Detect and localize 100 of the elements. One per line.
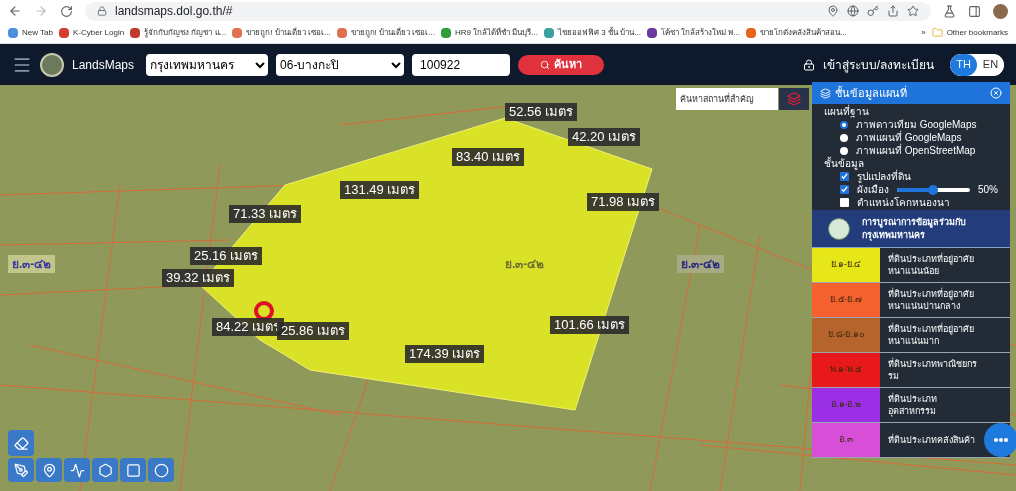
- bookmark-item[interactable]: New Tab: [8, 26, 53, 39]
- layers-icon: [787, 92, 801, 106]
- checkbox-label: รูปแปลงที่ดิน: [857, 170, 911, 183]
- site-icon: [59, 27, 69, 38]
- checkbox[interactable]: [840, 172, 849, 181]
- eraser-button[interactable]: [8, 430, 34, 456]
- bookmark-item[interactable]: K-Cyber Login: [59, 26, 125, 39]
- radio-button[interactable]: [840, 120, 848, 129]
- bookmark-item[interactable]: รู้จักกับกัญชง กัญชา แ...: [130, 26, 227, 39]
- bookmark-star-icon[interactable]: [907, 5, 919, 17]
- radio-label: ภาพแผนที่ OpenStreetMap: [856, 144, 976, 156]
- layers-button[interactable]: [779, 88, 809, 110]
- address-bar[interactable]: landsmaps.dol.go.th/#: [85, 1, 931, 21]
- bookmark-item[interactable]: ไชยออฟฟิศ 3 ชั้น บ้าน...: [544, 26, 641, 39]
- measurement-label: 131.49 เมตร: [340, 181, 420, 199]
- legend-description: ที่ดินประเภทอุตสาหกรรม: [887, 392, 938, 419]
- measurement-label: 83.40 เมตร: [452, 148, 525, 166]
- logo-icon: [40, 52, 64, 77]
- site-icon: [440, 27, 451, 38]
- site-icon: [646, 27, 657, 38]
- pin-button[interactable]: [36, 458, 62, 482]
- site-icon: [232, 27, 243, 38]
- reload-icon[interactable]: [60, 4, 73, 18]
- checkbox[interactable]: [840, 198, 849, 207]
- landmark-search-field[interactable]: ค้นหาสถานที่สำคัญ: [676, 88, 778, 110]
- search-button[interactable]: ค้นหา: [518, 54, 605, 75]
- zone-label: ย.๓-๔๒: [505, 256, 545, 273]
- panel-title: ชั้นข้อมูลแผนที่: [835, 84, 908, 102]
- site-icon: [336, 27, 347, 38]
- zone-code: ย.๘-ย.๑๐: [828, 328, 864, 342]
- brand-name: LandsMaps: [72, 56, 135, 74]
- slider-thumb[interactable]: [928, 184, 939, 195]
- district-select[interactable]: 06-บางกะปิ: [276, 53, 405, 76]
- site-icon: [8, 27, 18, 38]
- zone-code: พ.๑-พ.๕: [829, 363, 863, 377]
- radio-label: ภาพดาวเทียม GoogleMaps: [856, 118, 977, 130]
- seal-icon: [828, 217, 850, 240]
- bookmark-item[interactable]: ขายถูก! บ้านเดี่ยว เซอเ...: [232, 26, 331, 39]
- radio-button[interactable]: [840, 146, 848, 155]
- share-icon[interactable]: [887, 5, 899, 17]
- parcel-number-field[interactable]: 100922: [412, 53, 511, 76]
- checkbox[interactable]: [840, 185, 849, 194]
- site-icon: [130, 27, 141, 38]
- section-title: แผนที่ฐาน: [824, 105, 870, 118]
- polygon-button[interactable]: [92, 458, 118, 482]
- back-icon[interactable]: [8, 4, 22, 18]
- measurement-label: 39.32 เมตร: [162, 269, 235, 287]
- measurement-label: 42.20 เมตร: [568, 128, 641, 146]
- flask-icon[interactable]: [943, 4, 956, 18]
- profile-avatar[interactable]: [993, 3, 1008, 19]
- measurement-label: 101.66 เมตร: [550, 316, 630, 334]
- layers-icon: [820, 87, 831, 99]
- measurement-label: 174.39 เมตร: [405, 345, 485, 363]
- legend-description: ที่ดินประเภทคลังสินค้า: [887, 433, 976, 447]
- banner-text: การบูรณาการข้อมูลร่วมกับ กรุงเทพมหานคร: [862, 215, 967, 242]
- polyline-icon: [69, 462, 85, 478]
- radio-button[interactable]: [840, 133, 848, 142]
- close-icon[interactable]: [990, 87, 1002, 99]
- bookmark-item[interactable]: ขายถูก! บ้านเดี่ยว เซอเ...: [336, 26, 435, 39]
- site-icon: [746, 27, 756, 38]
- more-bookmarks-button[interactable]: »: [921, 26, 926, 39]
- location-marker: [254, 301, 274, 321]
- checkbox-label: ผังเมือง: [856, 183, 889, 196]
- measurement-label: 25.16 เมตร: [190, 247, 263, 265]
- url-text: landsmaps.dol.go.th/#: [115, 3, 233, 20]
- rectangle-button[interactable]: [120, 458, 146, 482]
- more-icon: [994, 438, 1008, 442]
- measurement-label: 71.98 เมตร: [587, 193, 660, 211]
- circle-button[interactable]: [148, 458, 174, 482]
- bookmark-item[interactable]: โค้ชา ใกล้สร้างใหม่ พ...: [646, 26, 740, 39]
- draw-tools-button[interactable]: [8, 458, 34, 482]
- bookmark-item[interactable]: ขายโกดังคลังสินค้าสอน...: [746, 26, 847, 39]
- zone-code: อ.๓: [839, 433, 853, 447]
- location-icon[interactable]: [827, 5, 839, 17]
- zone-label: ย.๓-๔๒: [677, 255, 725, 273]
- checkbox-label: ตำแหน่งโคกหนองนา: [857, 196, 950, 209]
- circle-icon: [153, 462, 169, 478]
- lock-icon: [97, 6, 107, 16]
- opacity-slider[interactable]: [896, 184, 970, 195]
- line-button[interactable]: [64, 458, 90, 482]
- legend-description: ที่ดินประเภทพาณิชยกรรม: [887, 357, 978, 383]
- zone-code: ย.๑-ย.๔: [830, 258, 862, 272]
- province-select[interactable]: กรุงเทพมหานคร: [146, 53, 269, 76]
- section-title: ชั้นข้อมูล: [824, 157, 864, 170]
- folder-icon: [931, 27, 943, 38]
- other-bookmarks[interactable]: Other bookmarks: [931, 26, 1008, 39]
- rectangle-icon: [125, 462, 141, 478]
- login-link[interactable]: เข้าสู่ระบบ/ลงทะเบียน: [822, 55, 934, 74]
- pin-icon: [41, 462, 57, 478]
- measurement-label: 25.86 เมตร: [277, 322, 350, 340]
- key-icon[interactable]: [867, 5, 879, 17]
- polygon-icon: [97, 462, 113, 478]
- zone-code: อ.๑-อ.๒: [831, 398, 861, 412]
- side-panel-icon[interactable]: [968, 4, 981, 18]
- zone-code: ย.๕-ย.๗: [830, 293, 862, 307]
- radio-label: ภาพแผนที่ GoogleMaps: [856, 131, 962, 143]
- eraser-icon: [13, 435, 29, 451]
- bookmark-item[interactable]: HR9 ใกล้ได้ที่ชำ มีนบุรี...: [440, 26, 539, 39]
- measurement-label: 52.56 เมตร: [505, 103, 578, 121]
- language-toggle[interactable]: TH: [950, 53, 977, 76]
